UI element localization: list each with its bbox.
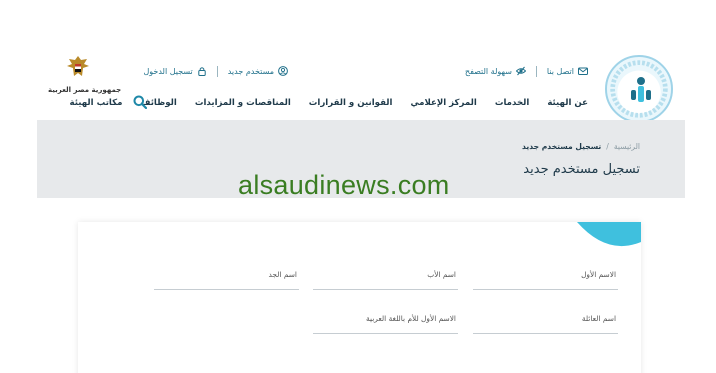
nav-item-offices[interactable]: مكاتب الهيئة <box>70 98 123 108</box>
eye-slash-icon <box>515 66 526 76</box>
egypt-republic-logo[interactable]: جمهورية مصر العربية <box>48 54 122 96</box>
mother-first-name-input[interactable] <box>313 312 458 333</box>
nav-item-media-center[interactable]: المركز الإعلامي <box>410 98 476 108</box>
grandfather-name-field[interactable]: اسم الجد <box>154 268 299 290</box>
accessibility-link[interactable]: سهولة التصفح <box>465 66 526 76</box>
contact-us-link[interactable]: اتصل بنا <box>547 66 588 76</box>
divider <box>216 65 218 77</box>
father-name-field[interactable]: اسم الأب <box>313 268 458 290</box>
envelope-icon <box>578 67 588 75</box>
registration-form: الاسم الأول اسم الأب اسم الجد اسم العائل… <box>78 222 641 373</box>
site-header: جمهورية مصر العربية اتصل بنا سهولة التصف… <box>0 0 716 123</box>
watermark-text: alsaudinews.com <box>238 170 450 200</box>
nav-item-laws[interactable]: القوانين و القرارات <box>309 98 393 108</box>
top-links-account: مستخدم جديد تسجيل الدخول <box>143 64 288 78</box>
breadcrumb: الرئيسية / تسجيل مستخدم جديد <box>522 142 640 151</box>
new-user-label: مستخدم جديد <box>227 66 274 76</box>
decorative-accent-shape <box>537 222 641 250</box>
search-icon[interactable] <box>133 95 147 109</box>
divider <box>535 65 537 77</box>
logo-caption: جمهورية مصر العربية <box>48 86 122 94</box>
login-link[interactable]: تسجيل الدخول <box>143 66 206 76</box>
top-links-primary: اتصل بنا سهولة التصفح <box>465 64 588 78</box>
grandfather-name-input[interactable] <box>154 268 299 289</box>
authority-logo[interactable] <box>605 55 673 123</box>
breadcrumb-current: تسجيل مستخدم جديد <box>522 142 602 151</box>
first-name-input[interactable] <box>473 268 618 289</box>
family-name-field[interactable]: اسم العائلة <box>473 312 618 334</box>
new-user-link[interactable]: مستخدم جديد <box>228 66 288 76</box>
accessibility-label: سهولة التصفح <box>464 66 512 76</box>
lock-icon <box>198 67 206 76</box>
breadcrumb-separator: / <box>606 142 609 151</box>
nav-item-tenders[interactable]: المناقصات و المزايدات <box>195 98 291 108</box>
father-name-input[interactable] <box>313 268 458 289</box>
family-name-input[interactable] <box>473 312 618 333</box>
page-title: تسجيل مستخدم جديد <box>523 162 640 177</box>
nav-item-services[interactable]: الخدمات <box>495 98 530 108</box>
first-name-field[interactable]: الاسم الأول <box>473 268 618 290</box>
user-circle-icon <box>278 66 288 76</box>
contact-us-label: اتصل بنا <box>546 66 574 76</box>
login-label: تسجيل الدخول <box>143 66 193 76</box>
main-nav: عن الهيئة الخدمات المركز الإعلامي القوان… <box>70 95 588 111</box>
breadcrumb-home[interactable]: الرئيسية <box>614 142 640 151</box>
wave-icon <box>577 222 641 247</box>
authority-logo-icon <box>631 77 651 102</box>
mother-first-name-field[interactable]: الاسم الأول للأم باللغة العربية <box>313 312 458 334</box>
nav-item-about[interactable]: عن الهيئة <box>547 98 588 108</box>
egypt-eagle-icon <box>67 56 89 76</box>
